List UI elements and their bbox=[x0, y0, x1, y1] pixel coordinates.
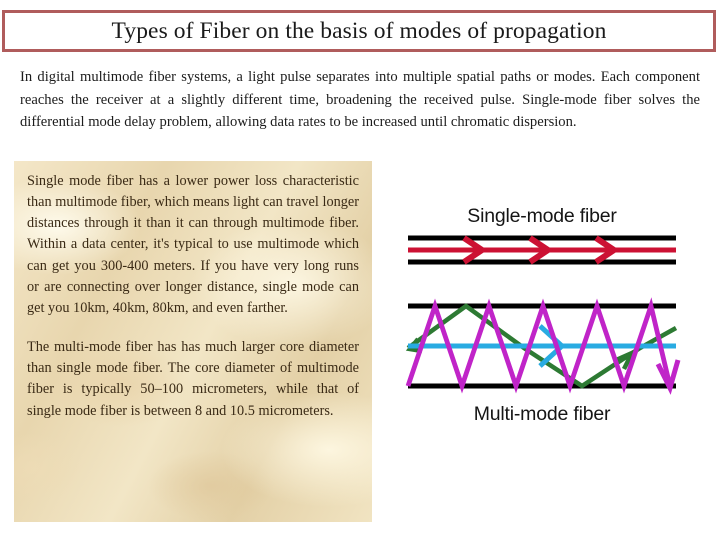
intro-paragraph: In digital multimode fiber systems, a li… bbox=[20, 69, 700, 131]
fiber-propagation-diagram: Single-mode fiber Multi-mode fiber bbox=[392, 188, 692, 438]
single-mode-fiber-group bbox=[408, 235, 676, 265]
multi-mode-fiber-label: Multi-mode fiber bbox=[474, 403, 611, 425]
slide-title-box: Types of Fiber on the basis of modes of … bbox=[2, 10, 716, 52]
parchment-paragraph-2: The multi-mode fiber has has much larger… bbox=[27, 339, 359, 419]
single-mode-fiber-label: Single-mode fiber bbox=[467, 205, 617, 227]
parchment-paragraph-1: Single mode fiber has a lower power loss… bbox=[27, 173, 359, 316]
slide-canvas: Types of Fiber on the basis of modes of … bbox=[0, 0, 720, 540]
page-title: Types of Fiber on the basis of modes of … bbox=[111, 17, 607, 44]
multi-mode-fiber-group bbox=[405, 297, 681, 395]
parchment-text-panel: Single mode fiber has a lower power loss… bbox=[14, 161, 372, 522]
